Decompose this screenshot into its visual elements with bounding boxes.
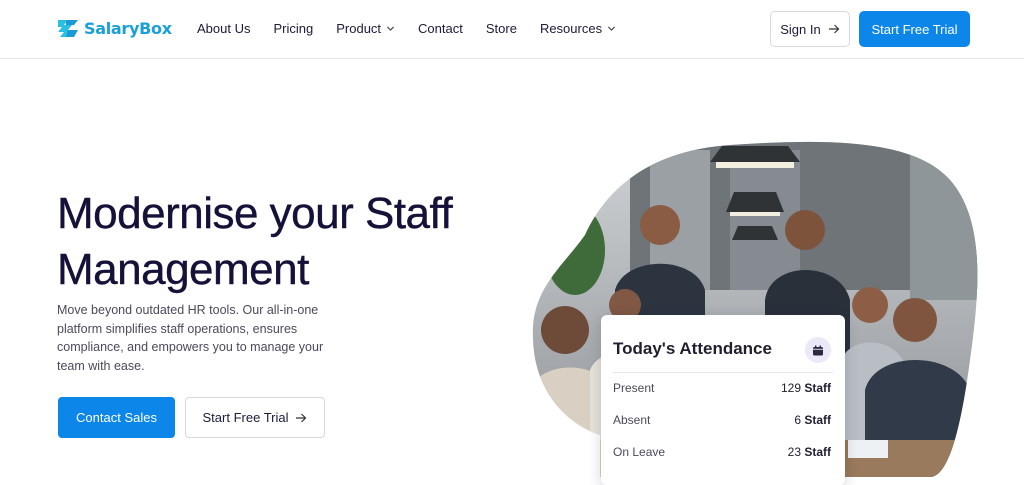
start-free-trial-nav-label: Start Free Trial (871, 21, 958, 37)
arrow-right-icon (828, 24, 840, 34)
nav-about-us-label: About Us (197, 21, 251, 36)
chevron-down-icon (608, 26, 616, 31)
nav-resources[interactable]: Resources (540, 21, 616, 36)
nav-about-us[interactable]: About Us (197, 21, 250, 36)
attendance-value: 6 Staff (794, 413, 831, 427)
attendance-label: Present (613, 381, 655, 395)
attendance-card-title: Today's Attendance (613, 339, 772, 358)
nav-contact-label: Contact (418, 21, 463, 36)
salarybox-logo-icon (58, 20, 78, 37)
main-menu: About Us Pricing Product Contact Store R… (197, 21, 616, 36)
nav-contact[interactable]: Contact (418, 21, 463, 36)
attendance-unit: Staff (804, 445, 831, 459)
attendance-value: 23 Staff (788, 445, 831, 459)
sign-in-button[interactable]: Sign In (770, 11, 850, 47)
attendance-card: Today's Attendance Present 129 Staff Abs… (601, 315, 845, 485)
top-navbar: SalaryBox About Us Pricing Product Conta… (0, 0, 1024, 59)
attendance-row-absent: Absent 6 Staff (613, 413, 831, 427)
card-divider (613, 372, 833, 373)
attendance-label: Absent (613, 413, 651, 427)
attendance-unit: Staff (804, 413, 831, 427)
brand-logo[interactable]: SalaryBox (57, 18, 172, 39)
sign-in-label: Sign In (780, 21, 821, 37)
arrow-right-icon (296, 413, 307, 422)
start-free-trial-hero-button[interactable]: Start Free Trial (185, 397, 325, 438)
calendar-glyph (813, 345, 823, 355)
attendance-count: 23 (787, 445, 805, 459)
start-free-trial-nav-button[interactable]: Start Free Trial (859, 11, 970, 47)
chevron-down-icon (386, 26, 395, 31)
attendance-value: 129 Staff (781, 381, 831, 395)
attendance-unit: Staff (804, 381, 831, 395)
hero-subtitle: Move beyond outdated HR tools. Our all-i… (57, 303, 324, 373)
hero-title: Modernise your Staff Management (57, 189, 453, 294)
nav-resources-label: Resources (539, 21, 603, 36)
contact-sales-button[interactable]: Contact Sales (58, 397, 175, 438)
nav-pricing-label: Pricing (273, 21, 314, 36)
nav-product[interactable]: Product (336, 21, 395, 36)
attendance-row-present: Present 129 Staff (613, 381, 831, 395)
nav-store-label: Store (485, 21, 517, 36)
attendance-row-on-leave: On Leave 23 Staff (613, 445, 831, 459)
calendar-icon (805, 337, 831, 363)
attendance-count: 6 (794, 413, 805, 427)
nav-product-label: Product (336, 21, 382, 36)
attendance-label: On Leave (613, 445, 666, 459)
contact-sales-label: Contact Sales (76, 410, 157, 425)
brand-name: SalaryBox (84, 19, 172, 38)
nav-store[interactable]: Store (486, 21, 517, 36)
attendance-count: 129 (780, 381, 805, 395)
nav-pricing[interactable]: Pricing (273, 21, 313, 36)
start-free-trial-hero-label: Start Free Trial (202, 410, 289, 425)
